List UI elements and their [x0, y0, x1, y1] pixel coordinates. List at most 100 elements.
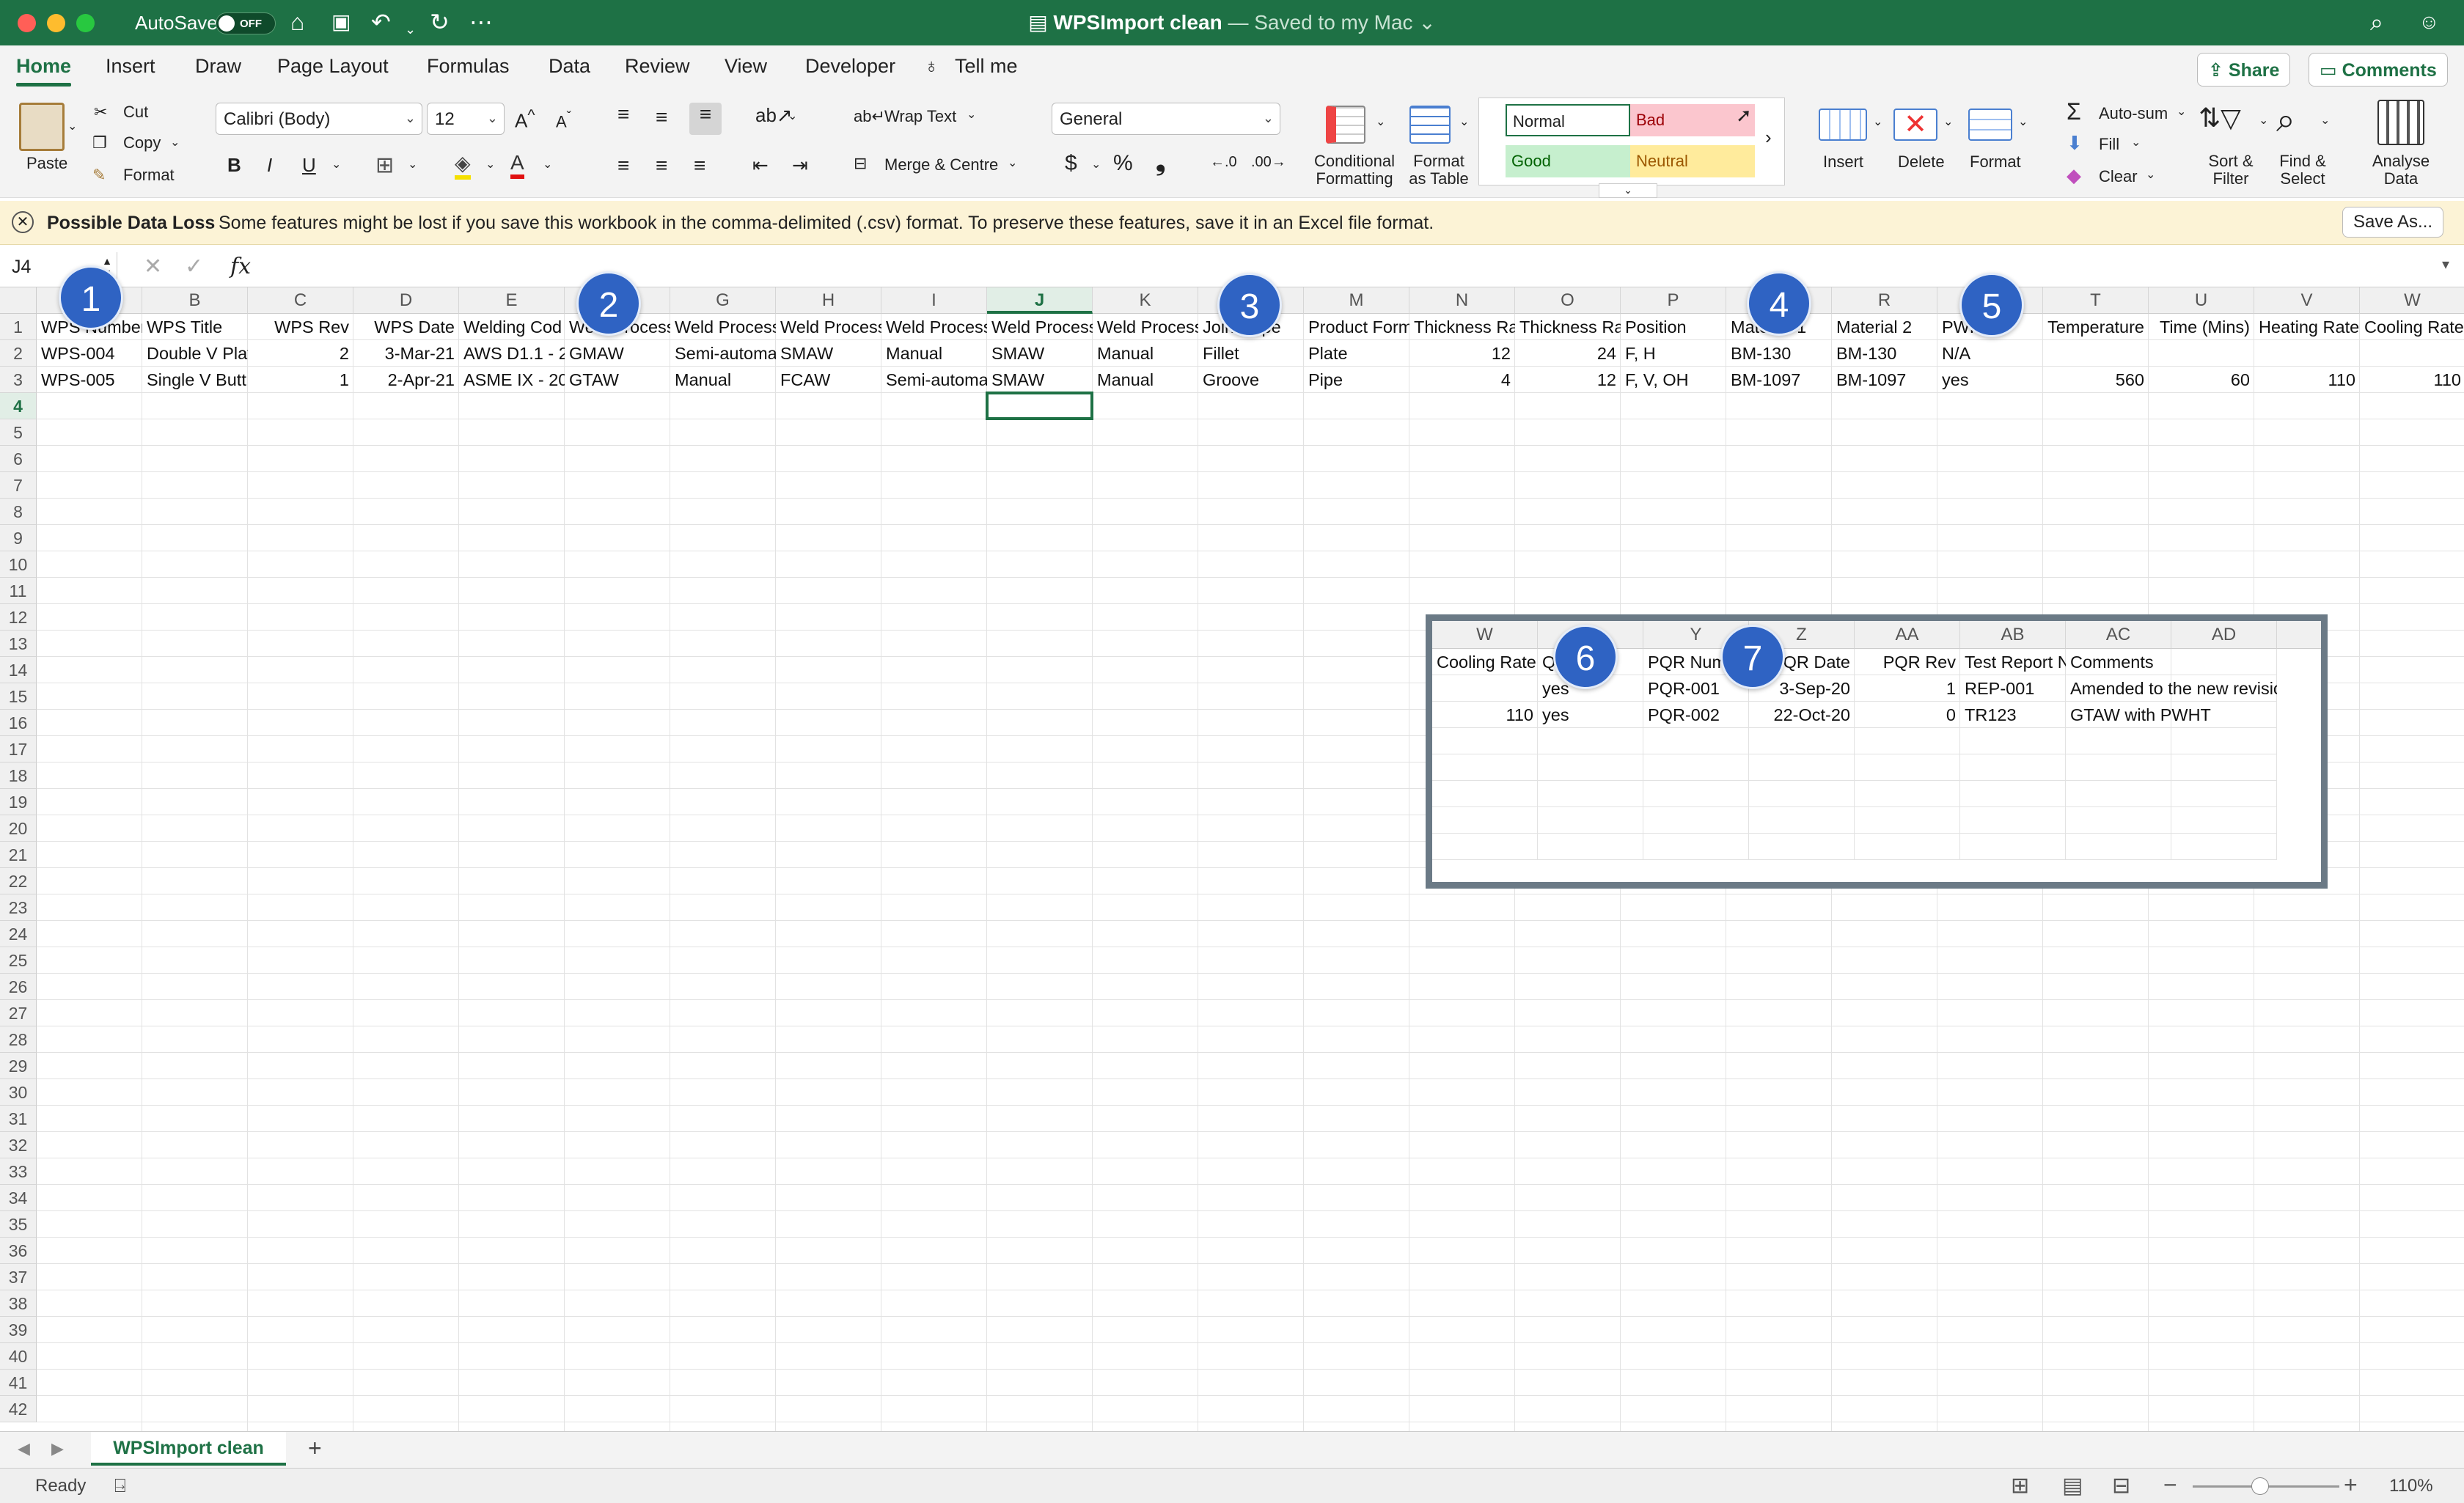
- row-header[interactable]: 3: [0, 367, 37, 393]
- scroll-sheets-left-icon[interactable]: ◀: [18, 1439, 30, 1458]
- select-all-corner[interactable]: [0, 287, 37, 314]
- wrap-text-dropdown-icon[interactable]: ⌄: [967, 107, 976, 122]
- tab-review[interactable]: Review: [625, 55, 690, 78]
- column-header[interactable]: G: [670, 287, 776, 314]
- scissors-icon[interactable]: ✂: [94, 103, 107, 122]
- cell[interactable]: 1: [248, 367, 353, 393]
- cell[interactable]: Double V Plat: [142, 340, 248, 367]
- underline-dropdown-icon[interactable]: ⌄: [331, 157, 341, 172]
- copy-icon[interactable]: ❐: [92, 133, 107, 152]
- zoom-out-button[interactable]: −: [2163, 1471, 2177, 1499]
- align-bottom-icon[interactable]: ≡: [689, 103, 722, 135]
- cell[interactable]: GTAW: [565, 367, 670, 393]
- cell[interactable]: Single V Butt: [142, 367, 248, 393]
- cell[interactable]: yes: [1937, 367, 2043, 393]
- row-header[interactable]: 39: [0, 1317, 37, 1343]
- cell[interactable]: AWS D1.1 - 2: [459, 340, 565, 367]
- decrease-decimal-icon[interactable]: .00→: [1251, 154, 1286, 171]
- cell[interactable]: Weld Process: [776, 314, 881, 340]
- cell[interactable]: GMAW: [565, 340, 670, 367]
- align-top-icon[interactable]: ≡: [617, 103, 629, 126]
- cell[interactable]: F, H: [1621, 340, 1726, 367]
- cell[interactable]: [2254, 340, 2360, 367]
- wrap-text-icon[interactable]: ab↵: [854, 107, 885, 126]
- underline-button[interactable]: U: [302, 154, 316, 177]
- column-header[interactable]: H: [776, 287, 881, 314]
- row-header[interactable]: 40: [0, 1343, 37, 1370]
- copy-dropdown-icon[interactable]: ⌄: [170, 135, 180, 150]
- cell[interactable]: BM-130: [1832, 340, 1937, 367]
- column-header[interactable]: U: [2149, 287, 2254, 314]
- fill-color-icon[interactable]: ◈: [455, 151, 471, 180]
- increase-indent-icon[interactable]: ⇥: [792, 154, 808, 177]
- row-header[interactable]: 14: [0, 657, 37, 683]
- cell[interactable]: Manual: [1093, 367, 1198, 393]
- row-header[interactable]: 2: [0, 340, 37, 367]
- cell[interactable]: 560: [2043, 367, 2149, 393]
- row-header[interactable]: 29: [0, 1053, 37, 1079]
- decrease-indent-icon[interactable]: ⇤: [752, 154, 769, 177]
- style-neutral[interactable]: Neutral: [1630, 145, 1755, 177]
- add-sheet-button[interactable]: +: [308, 1435, 322, 1462]
- format-painter-button[interactable]: Format: [123, 166, 175, 185]
- row-header[interactable]: 9: [0, 525, 37, 551]
- row-header[interactable]: 28: [0, 1026, 37, 1053]
- cell[interactable]: Manual: [670, 367, 776, 393]
- cell[interactable]: Product Form: [1304, 314, 1409, 340]
- font-color-icon[interactable]: A: [510, 151, 524, 179]
- cell[interactable]: Weld Process: [1093, 314, 1198, 340]
- column-header[interactable]: E: [459, 287, 565, 314]
- column-header[interactable]: D: [353, 287, 459, 314]
- row-header[interactable]: 26: [0, 974, 37, 1000]
- tab-data[interactable]: Data: [549, 55, 590, 78]
- column-header[interactable]: R: [1832, 287, 1937, 314]
- cell[interactable]: [2043, 340, 2149, 367]
- row-header[interactable]: 30: [0, 1079, 37, 1106]
- chevron-right-icon[interactable]: ›: [1765, 126, 1772, 149]
- cell[interactable]: Weld Process: [987, 314, 1093, 340]
- currency-button[interactable]: $: [1065, 151, 1077, 176]
- zoom-in-button[interactable]: +: [2344, 1471, 2358, 1499]
- font-name-select[interactable]: Calibri (Body) ⌄: [216, 103, 422, 135]
- cut-button[interactable]: Cut: [123, 103, 148, 122]
- currency-dropdown-icon[interactable]: ⌄: [1091, 157, 1101, 172]
- cell[interactable]: N/A: [1937, 340, 2043, 367]
- row-header[interactable]: 15: [0, 683, 37, 710]
- cell[interactable]: [2360, 340, 2464, 367]
- zoom-level[interactable]: 110%: [2389, 1476, 2433, 1496]
- wrap-text-button[interactable]: Wrap Text: [884, 107, 956, 126]
- column-header[interactable]: W: [2360, 287, 2464, 314]
- increase-decimal-icon[interactable]: ←.0: [1210, 154, 1237, 171]
- increase-font-icon[interactable]: A^: [515, 106, 535, 133]
- cell[interactable]: Time (Mins): [2149, 314, 2254, 340]
- column-header[interactable]: K: [1093, 287, 1198, 314]
- cell[interactable]: Semi-automa: [670, 340, 776, 367]
- cell[interactable]: BM-1097: [1832, 367, 1937, 393]
- account-icon[interactable]: ☺: [2419, 9, 2440, 35]
- cell[interactable]: 2: [248, 340, 353, 367]
- tab-home[interactable]: Home: [16, 55, 72, 87]
- cell[interactable]: Semi-automa: [881, 367, 987, 393]
- column-header[interactable]: O: [1515, 287, 1621, 314]
- page-layout-view-icon[interactable]: ▤: [2062, 1473, 2083, 1499]
- cell[interactable]: WPS Title: [142, 314, 248, 340]
- cell[interactable]: 12: [1515, 367, 1621, 393]
- column-header[interactable]: B: [142, 287, 248, 314]
- tell-me-search[interactable]: Tell me: [955, 55, 1018, 78]
- cell[interactable]: SMAW: [987, 340, 1093, 367]
- number-format-select[interactable]: General ⌄: [1052, 103, 1280, 135]
- cell[interactable]: Groove: [1198, 367, 1304, 393]
- row-header[interactable]: 35: [0, 1211, 37, 1238]
- cell[interactable]: Thickness Ran: [1515, 314, 1621, 340]
- row-header[interactable]: 24: [0, 921, 37, 947]
- active-cell-selection[interactable]: [986, 392, 1093, 420]
- row-header[interactable]: 20: [0, 815, 37, 842]
- copy-button[interactable]: Copy: [123, 133, 161, 152]
- cell[interactable]: BM-130: [1726, 340, 1832, 367]
- cf-dropdown-icon[interactable]: ⌄: [1376, 114, 1385, 129]
- page-break-view-icon[interactable]: ⊟: [2112, 1473, 2130, 1499]
- column-header[interactable]: C: [248, 287, 353, 314]
- row-header[interactable]: 36: [0, 1238, 37, 1264]
- row-header[interactable]: 37: [0, 1264, 37, 1290]
- cell[interactable]: FCAW: [776, 367, 881, 393]
